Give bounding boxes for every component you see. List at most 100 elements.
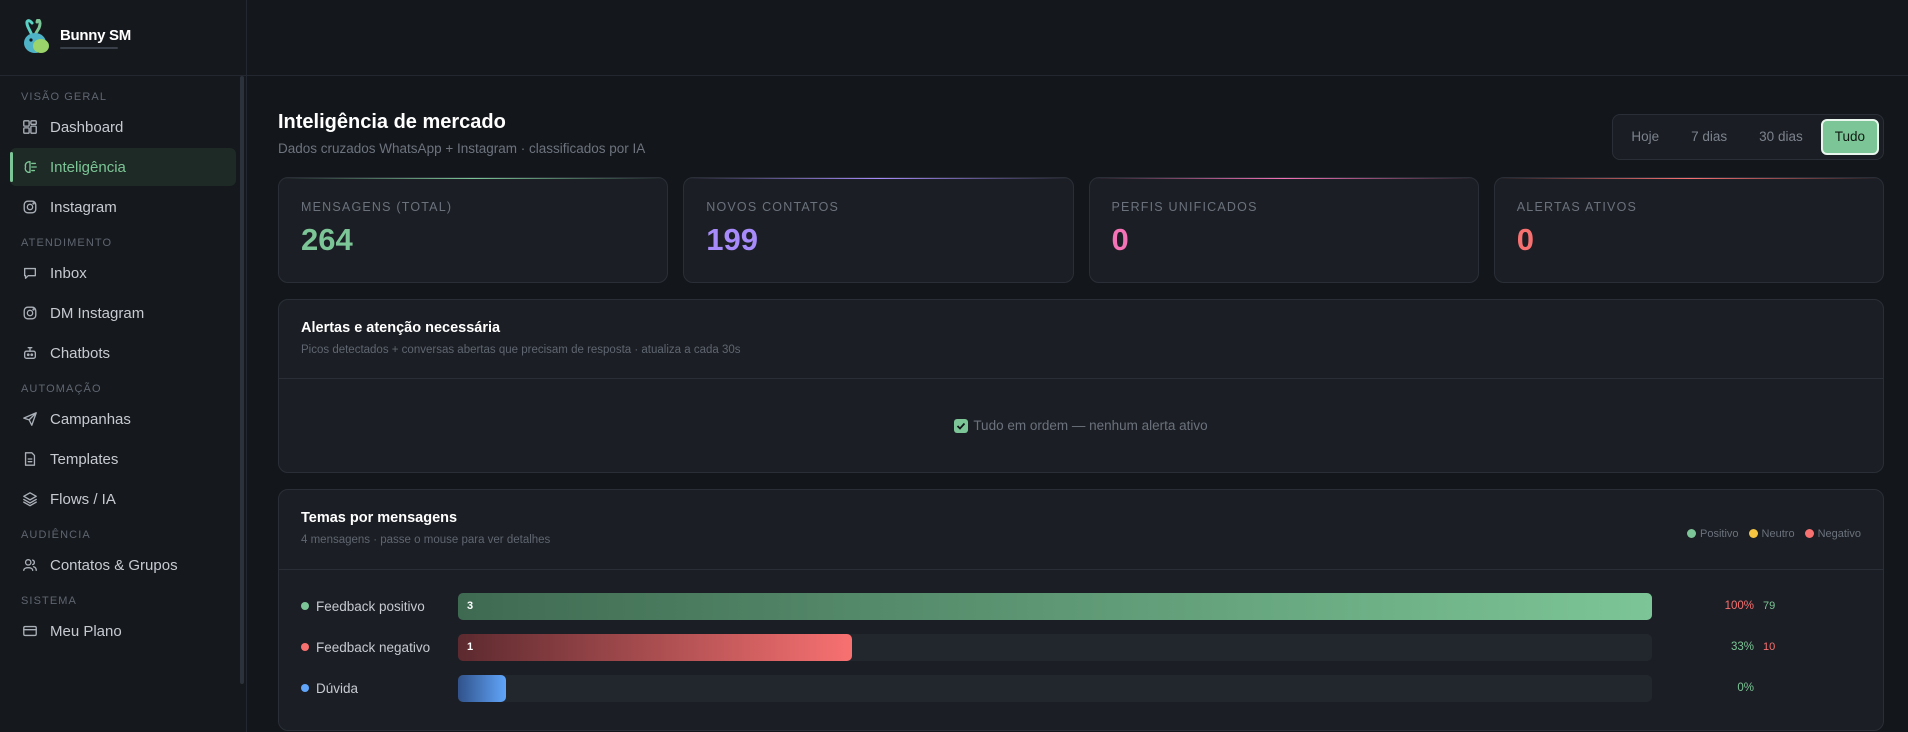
theme-percent: 33%: [1730, 641, 1754, 653]
sidebar-item-label: Instagram: [50, 198, 117, 216]
kpi-label: Novos contatos: [706, 200, 840, 214]
sidebar-item-inbox[interactable]: Inbox: [10, 254, 236, 292]
sentiment-legend: Positivo Neutro Negativo: [1687, 528, 1861, 569]
nav-section-automacao: Automação: [21, 383, 102, 395]
sidebar-item-chatbots[interactable]: Chatbots: [10, 334, 236, 372]
nav-section-sistema: Sistema: [21, 595, 77, 607]
alerts-subtitle: Picos detectados + conversas abertas que…: [301, 344, 741, 356]
kpi-card-alertas-ativos: Alertas ativos 0: [1493, 177, 1884, 283]
nav-section-atendimento: Atendimento: [21, 237, 113, 249]
range-hoje-button[interactable]: Hoje: [1617, 119, 1673, 155]
theme-name: Feedback negativo: [301, 640, 458, 655]
users-icon: [21, 556, 39, 574]
theme-row-feedback-negativo[interactable]: Feedback negativo 1 33% 10: [301, 633, 1861, 661]
sidebar-item-contatos-grupos[interactable]: Contatos & Grupos: [10, 546, 236, 584]
kpi-card-novos-contatos: Novos contatos 199: [683, 177, 1074, 283]
nav-section-audiencia: Audiência: [21, 529, 91, 541]
legend-item-negativo: Negativo: [1804, 528, 1861, 569]
sidebar-item-label: Meu Plano: [50, 622, 122, 640]
chat-icon: [21, 264, 39, 282]
theme-bar-track: [458, 674, 1652, 702]
sidebar-item-label: Dashboard: [50, 118, 124, 136]
theme-bar-track: 1: [458, 633, 1652, 661]
theme-percent: 0%: [1737, 682, 1754, 694]
legend-item-positivo: Positivo: [1687, 528, 1739, 569]
theme-name: Feedback positivo: [301, 599, 458, 614]
sidebar: Bunny SM Visão geral Dashboard Inteligênci…: [0, 0, 247, 732]
file-icon: [21, 450, 39, 468]
theme-bar-fill[interactable]: [458, 674, 506, 702]
kpi-label: Mensagens (total): [301, 200, 453, 214]
kpi-label: Perfis unificados: [1111, 200, 1258, 214]
brand[interactable]: Bunny SM: [0, 0, 246, 76]
kpi-accent-bar: [1494, 178, 1883, 179]
sidebar-scrollbar[interactable]: [240, 76, 244, 684]
sidebar-item-label: Templates: [50, 450, 119, 468]
sidebar-item-templates[interactable]: Templates: [10, 440, 236, 478]
sidebar-item-label: DM Instagram: [50, 304, 145, 322]
alerts-empty-state: Tudo em ordem — nenhum alerta ativo: [279, 379, 1883, 472]
theme-count: 79: [1763, 600, 1776, 612]
range-tudo-button[interactable]: Tudo: [1820, 119, 1879, 155]
brain-icon: [21, 158, 39, 176]
kpi-value: 0: [1111, 222, 1129, 257]
nav-section-visao-geral: Visão geral: [21, 91, 108, 103]
theme-row-feedback-positivo[interactable]: Feedback positivo 3 100% 79: [301, 592, 1861, 620]
kpi-value: 199: [706, 222, 758, 257]
legend-item-neutro: Neutro: [1748, 528, 1795, 569]
kpi-accent-bar: [279, 178, 668, 179]
sidebar-item-inteligencia[interactable]: Inteligência: [10, 148, 236, 186]
sidebar-item-flows-ia[interactable]: Flows / IA: [10, 480, 236, 518]
theme-bar-fill[interactable]: 3: [458, 592, 1652, 620]
theme-dot: [301, 602, 309, 610]
sidebar-item-label: Inteligência: [50, 158, 126, 176]
range-7-dias-button[interactable]: 7 dias: [1677, 119, 1741, 155]
kpi-row: Mensagens (total) 264 Novos contatos 199 Per…: [278, 177, 1884, 283]
kpi-value: 0: [1516, 222, 1534, 257]
legend-dot: [1748, 529, 1758, 538]
theme-bar-fill[interactable]: 1: [458, 633, 853, 661]
kpi-accent-bar: [684, 178, 1073, 179]
alerts-empty-text: Tudo em ordem — nenhum alerta ativo: [973, 418, 1208, 433]
layers-icon: [21, 490, 39, 508]
sidebar-item-label: Inbox: [50, 264, 87, 282]
bunny-logo-icon: [24, 18, 49, 53]
sidebar-item-dashboard[interactable]: Dashboard: [10, 108, 236, 146]
theme-dot: [301, 643, 309, 651]
kpi-value: 264: [301, 222, 353, 257]
check-icon: [954, 418, 969, 433]
themes-list: Feedback positivo 3 100% 79 Feedback negativ…: [279, 570, 1883, 730]
themes-title: Temas por mensagens: [301, 510, 458, 526]
instagram-icon: [21, 198, 39, 216]
card-icon: [21, 622, 39, 640]
range-30-dias-button[interactable]: 30 dias: [1745, 119, 1817, 155]
dashboard-icon: [21, 118, 39, 136]
sidebar-item-label: Campanhas: [50, 410, 131, 428]
legend-dot: [1804, 529, 1814, 538]
sidebar-item-campanhas[interactable]: Campanhas: [10, 400, 236, 438]
sidebar-item-instagram[interactable]: Instagram: [10, 188, 236, 226]
topbar: [247, 0, 1908, 76]
alerts-panel: Alertas e atenção necessária Picos detec…: [278, 299, 1884, 473]
alerts-title: Alertas e atenção necessária: [301, 320, 501, 336]
kpi-label: Alertas ativos: [1516, 200, 1638, 214]
theme-bar-track: 3: [458, 592, 1652, 620]
brand-name: Bunny SM: [60, 26, 131, 44]
theme-row-duvida[interactable]: Dúvida 0%: [301, 674, 1861, 702]
sidebar-nav: Visão geral Dashboard Inteligência Instagra…: [0, 76, 246, 650]
theme-dot: [301, 684, 309, 692]
theme-name: Dúvida: [301, 681, 458, 696]
legend-dot: [1687, 529, 1697, 538]
kpi-accent-bar: [1089, 178, 1478, 179]
sidebar-item-label: Flows / IA: [50, 490, 116, 508]
kpi-card-mensagens-total: Mensagens (total) 264: [278, 177, 669, 283]
page-title: Inteligência de mercado: [278, 111, 506, 133]
theme-count: 10: [1763, 641, 1776, 653]
page-subtitle: Dados cruzados WhatsApp + Instagram · cl…: [278, 141, 646, 156]
sidebar-item-dm-instagram[interactable]: DM Instagram: [10, 294, 236, 332]
themes-subtitle: 4 mensagens · passe o mouse para ver det…: [301, 534, 551, 546]
sidebar-item-meu-plano[interactable]: Meu Plano: [10, 612, 236, 650]
page-header: Inteligência de mercado Dados cruzados W…: [278, 76, 1884, 177]
kpi-card-perfis-unificados: Perfis unificados 0: [1088, 177, 1479, 283]
instagram-icon: [21, 304, 39, 322]
